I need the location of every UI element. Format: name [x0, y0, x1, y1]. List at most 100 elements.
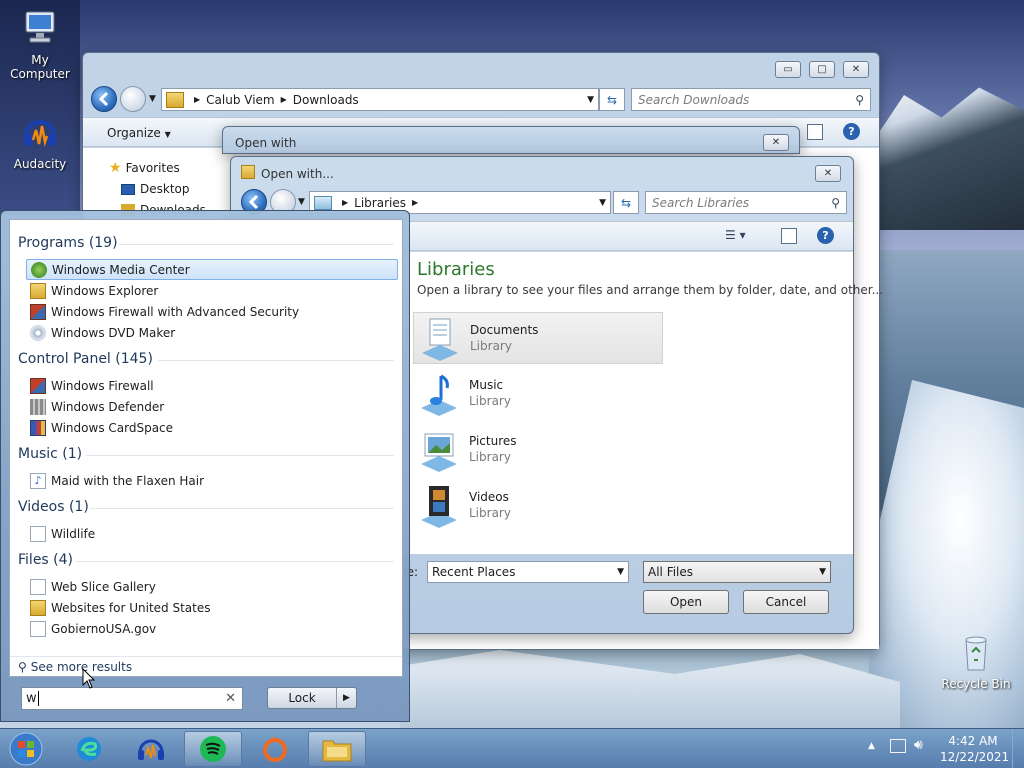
- breadcrumb-item[interactable]: Downloads: [293, 93, 359, 107]
- start-menu-results: Programs (19) Windows Media Center Windo…: [9, 219, 403, 677]
- result-item[interactable]: Windows DVD Maker: [26, 322, 398, 343]
- nav-desktop[interactable]: Desktop: [121, 182, 190, 196]
- firewall-icon: [30, 377, 46, 394]
- audacity-icon: [138, 739, 164, 760]
- result-item[interactable]: Wildlife: [26, 523, 398, 544]
- library-type: Library: [469, 394, 511, 408]
- result-item[interactable]: ♪ Maid with the Flaxen Hair: [26, 470, 398, 491]
- view-options-icon[interactable]: ☰ ▾: [725, 228, 746, 242]
- result-item[interactable]: Websites for United States: [26, 597, 398, 618]
- recent-pages-chevron-icon[interactable]: ▼: [298, 197, 305, 207]
- forward-button[interactable]: [120, 86, 146, 112]
- category-control-panel[interactable]: Control Panel (145): [18, 351, 153, 367]
- wallpaper-bottom-ice: [400, 650, 900, 730]
- recent-pages-chevron-icon[interactable]: ▼: [149, 94, 156, 104]
- volume-icon[interactable]: 🔊︎: [914, 737, 923, 753]
- clock[interactable]: 4:42 AM 12/22/2021: [940, 733, 1009, 765]
- result-item[interactable]: Windows Explorer: [26, 280, 398, 301]
- open-with-outer-titlebar[interactable]: Open with ✕: [222, 126, 800, 154]
- address-dropdown-icon[interactable]: ▼: [587, 95, 594, 105]
- desktop-icon-my-computer[interactable]: My Computer: [0, 8, 80, 81]
- refresh-button[interactable]: ⇆: [613, 191, 639, 214]
- library-type: Library: [469, 450, 511, 464]
- preview-pane-icon[interactable]: [781, 228, 797, 244]
- folder-icon: [166, 91, 184, 108]
- library-item-pictures[interactable]: Pictures Library: [413, 424, 663, 476]
- show-desktop-button[interactable]: [1012, 729, 1024, 768]
- result-item[interactable]: Windows CardSpace: [26, 417, 398, 438]
- video-file-icon: [30, 525, 46, 542]
- network-icon[interactable]: [890, 739, 906, 753]
- open-with-outer-title: Open with: [235, 136, 297, 150]
- category-files[interactable]: Files (4): [18, 552, 73, 568]
- close-button[interactable]: ✕: [763, 134, 789, 151]
- help-icon[interactable]: ?: [843, 123, 860, 140]
- result-label: Wildlife: [51, 526, 96, 541]
- lock-button[interactable]: Lock: [268, 688, 336, 708]
- close-button[interactable]: ✕: [843, 61, 869, 78]
- help-icon[interactable]: ?: [817, 227, 834, 244]
- taskbar-explorer[interactable]: [308, 731, 366, 767]
- start-search-input[interactable]: w ✕: [21, 687, 243, 710]
- search-input[interactable]: Search Libraries ⚲: [645, 191, 847, 214]
- library-item-documents[interactable]: Documents Library: [413, 312, 663, 364]
- breadcrumb-item[interactable]: Calub Viem: [206, 93, 274, 107]
- taskbar-edge[interactable]: [60, 731, 118, 767]
- result-item[interactable]: Windows Defender: [26, 396, 398, 417]
- organize-button[interactable]: Organize ▼: [107, 126, 171, 140]
- cancel-button[interactable]: Cancel: [743, 590, 829, 614]
- taskbar-origin[interactable]: [246, 731, 304, 767]
- separator: [90, 508, 394, 509]
- desktop-icon-label: Recycle Bin: [941, 677, 1011, 691]
- show-hidden-icons-icon[interactable]: ▲: [868, 741, 875, 751]
- back-button[interactable]: [91, 86, 117, 112]
- desktop-icon-audacity[interactable]: Audacity: [0, 112, 80, 171]
- start-button[interactable]: [0, 731, 52, 767]
- wallpaper-mountain: [874, 87, 1024, 230]
- category-programs[interactable]: Programs (19): [18, 235, 118, 251]
- open-button[interactable]: Open: [643, 590, 729, 614]
- library-item-videos[interactable]: Videos Library: [413, 480, 663, 532]
- videos-icon: [421, 486, 457, 528]
- nav-favorites[interactable]: ★ Favorites: [109, 160, 180, 176]
- category-music[interactable]: Music (1): [18, 446, 82, 462]
- search-value: w: [26, 691, 37, 706]
- breadcrumb-item[interactable]: Libraries: [354, 196, 406, 210]
- result-item[interactable]: Windows Firewall with Advanced Security: [26, 301, 398, 322]
- minimize-button[interactable]: ▭: [775, 61, 801, 78]
- result-item[interactable]: Windows Media Center: [26, 259, 398, 280]
- result-label: Windows Firewall: [51, 378, 154, 393]
- result-item[interactable]: GobiernoUSA.gov: [26, 618, 398, 639]
- close-button[interactable]: ✕: [815, 165, 841, 182]
- category-videos[interactable]: Videos (1): [18, 499, 89, 515]
- file-name-combo[interactable]: Recent Places ▼: [427, 561, 629, 583]
- preview-pane-icon[interactable]: [807, 124, 823, 140]
- folder-icon: [30, 282, 46, 299]
- search-input[interactable]: Search Downloads ⚲: [631, 88, 871, 111]
- shutdown-options-icon[interactable]: ▶: [336, 688, 356, 708]
- library-name: Music: [469, 378, 504, 392]
- library-item-music[interactable]: Music Library: [413, 368, 663, 420]
- result-label: Windows Defender: [51, 399, 165, 414]
- result-label: GobiernoUSA.gov: [51, 621, 157, 636]
- result-item[interactable]: Web Slice Gallery: [26, 576, 398, 597]
- taskbar-audacity[interactable]: [122, 731, 180, 767]
- taskbar-spotify[interactable]: [184, 731, 242, 767]
- desktop-icon-recycle-bin[interactable]: Recycle Bin: [936, 632, 1016, 691]
- file-type-filter[interactable]: All Files ▼: [643, 561, 831, 583]
- address-bar[interactable]: ▶ Calub Viem ▶ Downloads ▼: [161, 88, 599, 111]
- taskbar: ▲ 🔊︎ 4:42 AM 12/22/2021: [0, 728, 1024, 768]
- refresh-button[interactable]: ⇆: [599, 88, 625, 111]
- start-menu[interactable]: Programs (19) Windows Media Center Windo…: [0, 210, 410, 722]
- result-item[interactable]: Windows Firewall: [26, 375, 398, 396]
- file-type-value: All Files: [648, 565, 694, 579]
- lock-button-group[interactable]: Lock ▶: [267, 687, 357, 709]
- file-icon: [30, 620, 46, 637]
- address-dropdown-icon[interactable]: ▼: [599, 198, 606, 208]
- maximize-button[interactable]: □: [809, 61, 835, 78]
- library-name: Pictures: [469, 434, 517, 448]
- separator: [158, 360, 394, 361]
- clear-search-icon[interactable]: ✕: [225, 688, 236, 709]
- see-more-results[interactable]: ⚲ See more results: [18, 660, 132, 674]
- library-name: Documents: [470, 323, 539, 337]
